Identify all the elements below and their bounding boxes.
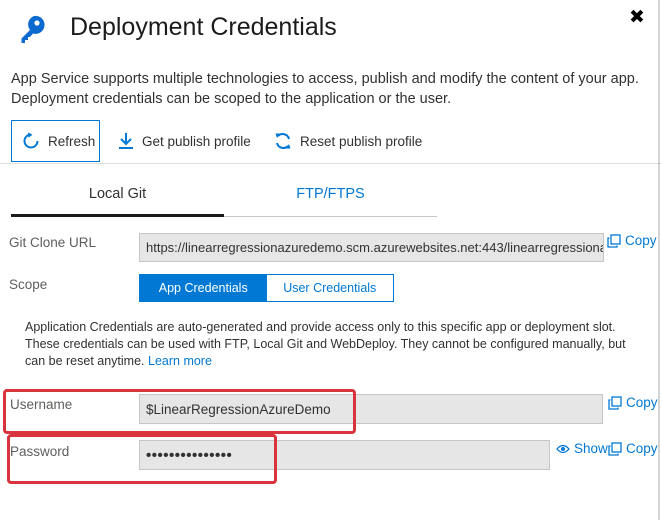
panel-edge (658, 0, 660, 520)
scope-label: Scope (9, 277, 48, 292)
scope-toggle: App Credentials User Credentials (139, 274, 394, 302)
close-icon[interactable]: ✖ (627, 8, 647, 28)
toolbar-divider (0, 163, 661, 164)
copy-label: Copy (626, 441, 658, 456)
copy-icon (608, 395, 622, 410)
description-text: App Service supports multiple technologi… (11, 71, 639, 107)
info-text: Application Credentials are auto-generat… (25, 319, 640, 370)
get-publish-label: Get publish profile (142, 133, 251, 149)
password-field[interactable]: ••••••••••••••• (139, 440, 550, 470)
refresh-label: Refresh (48, 133, 96, 149)
username-field[interactable]: $LinearRegressionAzureDemo (139, 394, 603, 424)
eye-icon (556, 444, 570, 453)
active-tab-indicator (11, 214, 224, 217)
git-clone-url-label: Git Clone URL (9, 235, 97, 250)
tab-local-git[interactable]: Local Git (11, 186, 224, 216)
refresh-button[interactable]: Refresh (11, 120, 100, 162)
get-publish-profile-button[interactable]: Get publish profile (118, 120, 251, 162)
copy-icon (608, 441, 622, 456)
reset-publish-label: Reset publish profile (300, 133, 423, 149)
copy-icon (607, 233, 621, 248)
copy-git-url-button[interactable]: Copy (607, 233, 657, 248)
password-label: Password (10, 444, 70, 459)
reset-publish-profile-button[interactable]: Reset publish profile (274, 120, 422, 162)
copy-label: Copy (626, 395, 658, 410)
app-credentials-option[interactable]: App Credentials (140, 275, 267, 301)
download-icon (119, 133, 133, 149)
tab-ftp-ftps[interactable]: FTP/FTPS (224, 186, 437, 216)
git-clone-url-field[interactable]: https://linearregressionazuredemo.scm.az… (139, 233, 604, 262)
username-label: Username (10, 397, 73, 412)
learn-more-link[interactable]: Learn more (148, 354, 212, 368)
reset-icon (275, 133, 291, 149)
user-credentials-option[interactable]: User Credentials (266, 275, 393, 301)
show-password-button[interactable]: Show (556, 441, 608, 456)
refresh-icon (23, 132, 39, 149)
page-title: Deployment Credentials (70, 13, 337, 41)
key-icon (20, 14, 50, 46)
copy-password-button[interactable]: Copy (608, 441, 658, 456)
info-body: Application Credentials are auto-generat… (25, 320, 626, 368)
show-label: Show (574, 441, 608, 456)
copy-username-button[interactable]: Copy (608, 395, 658, 410)
copy-label: Copy (625, 233, 657, 248)
